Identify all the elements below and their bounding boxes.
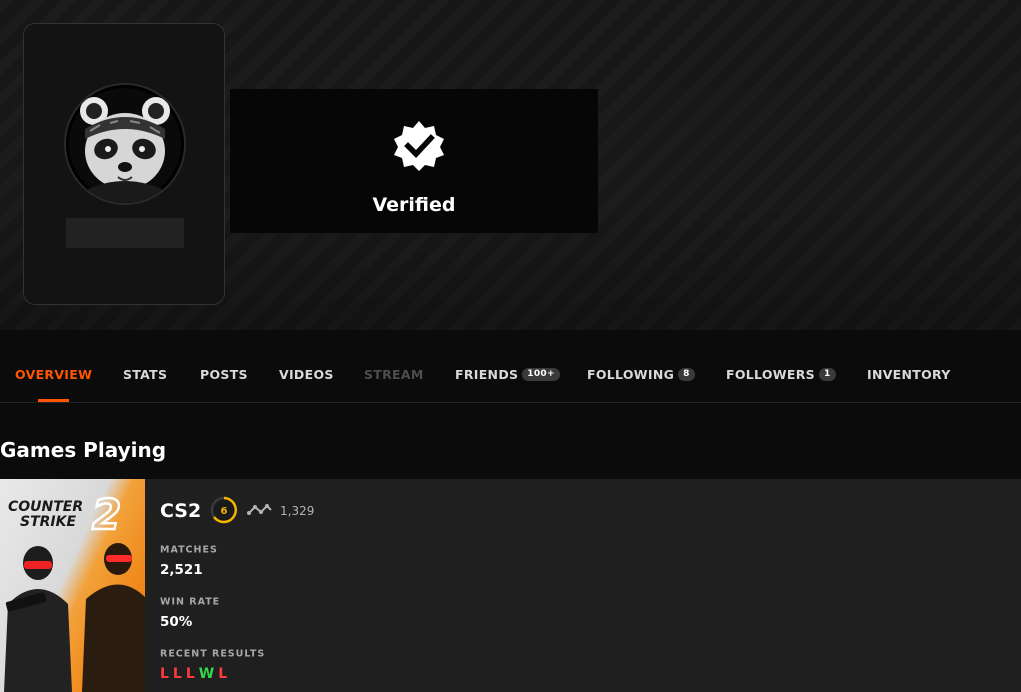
section-title-games: Games Playing: [0, 438, 167, 462]
matches-value: 2,521: [160, 562, 203, 578]
soldier-left-icon: [4, 546, 72, 692]
tab-overview[interactable]: OVERVIEW: [15, 364, 92, 384]
cover-number: 2: [92, 490, 121, 539]
skill-level-icon: 6: [210, 496, 238, 524]
tab-label: FOLLOWERS: [726, 366, 815, 382]
active-tab-indicator: [38, 399, 69, 402]
result-item: L: [218, 666, 228, 682]
tab-stream[interactable]: STREAM: [364, 364, 424, 384]
win-rate-value: 50%: [160, 614, 193, 630]
tab-inventory[interactable]: INVENTORY: [867, 364, 951, 384]
profile-tabs: OVERVIEW STATS POSTS VIDEOS STREAM FRIEN…: [0, 330, 1021, 403]
counter-strike-2-cover: 2 COUNTER STRIKE: [4, 489, 145, 692]
tab-label: FRIENDS: [455, 366, 519, 382]
tab-following[interactable]: FOLLOWING 8: [587, 364, 695, 384]
tab-label: POSTS: [200, 366, 248, 382]
tab-followers[interactable]: FOLLOWERS 1: [726, 364, 836, 384]
tab-label: INVENTORY: [867, 366, 951, 382]
tab-stats[interactable]: STATS: [123, 364, 167, 384]
elo-chart-icon: [247, 504, 272, 515]
soldier-right-icon: [82, 543, 145, 692]
cover-title-line1: COUNTER: [8, 499, 83, 515]
followers-count-badge: 1: [818, 367, 836, 381]
avatar[interactable]: [64, 83, 186, 205]
following-count-badge: 8: [678, 367, 695, 381]
skill-level-value: 6: [221, 506, 228, 517]
verified-panel: Verified: [230, 89, 598, 233]
tab-label: OVERVIEW: [15, 366, 93, 382]
verified-badge-icon: [394, 121, 444, 171]
game-cover-image[interactable]: 2 COUNTER STRIKE: [0, 479, 145, 692]
game-card-cs2[interactable]: 2 COUNTER STRIKE CS2 6 1,329 MATCHES 2,5…: [0, 479, 1021, 692]
tab-label: STATS: [123, 366, 168, 382]
tab-label: VIDEOS: [279, 366, 334, 382]
recent-results: L L L W L: [160, 666, 227, 682]
tab-videos[interactable]: VIDEOS: [279, 364, 334, 384]
tab-posts[interactable]: POSTS: [200, 364, 248, 384]
username-placeholder: [66, 218, 184, 248]
tab-label: FOLLOWING: [587, 366, 675, 382]
cover-title-line2: STRIKE: [20, 514, 76, 530]
profile-page: Verified OVERVIEW STATS POSTS VIDEOS STR…: [0, 0, 1021, 692]
recent-results-label: RECENT RESULTS: [160, 648, 266, 660]
profile-card: [23, 23, 225, 305]
tab-label: STREAM: [364, 366, 424, 382]
elo-value: 1,329: [280, 504, 315, 518]
tab-friends[interactable]: FRIENDS 100+: [455, 364, 560, 384]
friends-count-badge: 100+: [522, 367, 560, 381]
verified-label: Verified: [372, 194, 456, 216]
result-item: L: [172, 666, 182, 682]
result-item: L: [185, 666, 195, 682]
win-rate-label: WIN RATE: [160, 596, 221, 608]
result-item: W: [198, 666, 215, 682]
matches-label: MATCHES: [160, 544, 218, 556]
panda-avatar-icon: [66, 85, 184, 203]
game-name: CS2: [160, 500, 202, 522]
result-item: L: [160, 666, 169, 682]
